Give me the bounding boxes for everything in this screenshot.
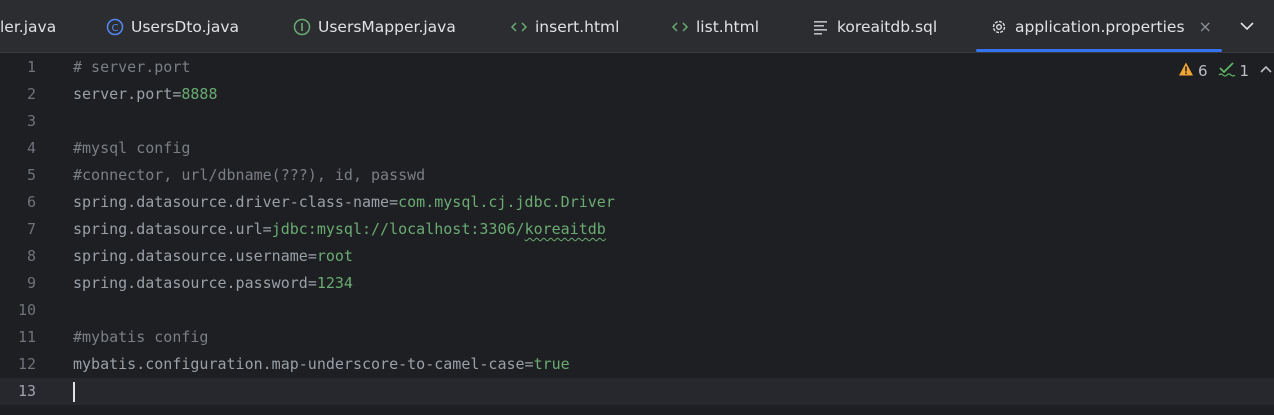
line-number: 1 <box>26 58 36 76</box>
equals-sign: = <box>262 220 272 238</box>
html-icon <box>510 18 528 36</box>
line-number: 3 <box>26 112 36 130</box>
comment: # server.port <box>73 58 191 76</box>
property-value: 1234 <box>316 274 353 292</box>
class-icon: C <box>106 18 124 36</box>
html-icon <box>671 18 689 36</box>
property-value: jdbc:mysql://localhost:3306/ <box>271 220 525 238</box>
tab-label: list.html <box>696 17 759 36</box>
tab-label: ler.java <box>0 17 57 36</box>
tab-label: koreaitdb.sql <box>837 17 938 36</box>
line-number: 11 <box>17 328 36 346</box>
line-number: 7 <box>26 220 36 238</box>
chevron-up-icon[interactable] <box>1259 62 1273 80</box>
tab-label: application.properties <box>1015 17 1185 36</box>
code-line: 3 <box>0 108 1274 135</box>
text-caret <box>73 382 75 402</box>
warning-icon <box>1178 61 1194 81</box>
equals-sign: = <box>389 193 399 211</box>
tab-usersdto-java[interactable]: C UsersDto.java <box>106 0 240 52</box>
code-line: 8 spring.datasource.username=root <box>0 243 1274 270</box>
typo-highlighted-value: koreaitdb <box>524 220 606 238</box>
code-line: 9 spring.datasource.password=1234 <box>0 270 1274 297</box>
equals-sign: = <box>524 355 534 373</box>
chevron-down-icon[interactable] <box>1238 17 1256 35</box>
tab-label: UsersMapper.java <box>318 17 456 36</box>
tab-usersmapper-java[interactable]: UsersMapper.java <box>293 0 456 52</box>
close-icon[interactable]: × <box>1199 17 1212 36</box>
editor-tab-bar: ler.java C UsersDto.java UsersMapper.jav… <box>0 0 1274 53</box>
tab-label: UsersDto.java <box>131 17 240 36</box>
sql-file-icon <box>812 18 830 36</box>
property-value: root <box>316 247 353 265</box>
line-number: 10 <box>17 301 36 319</box>
property-value: 8888 <box>181 85 218 103</box>
equals-sign: = <box>307 274 317 292</box>
code-editor[interactable]: 1 # server.port 2 server.port=8888 3 4 #… <box>0 54 1274 415</box>
line-number: 8 <box>26 247 36 265</box>
equals-sign: = <box>307 247 317 265</box>
comment: #connector, url/dbname(???), id, passwd <box>73 166 426 184</box>
property-key: mybatis.configuration.map-underscore-to-… <box>73 355 525 373</box>
code-line: 10 <box>0 297 1274 324</box>
property-value: com.mysql.cj.jdbc.Driver <box>398 193 615 211</box>
code-line: 4 #mysql config <box>0 135 1274 162</box>
inspection-widget[interactable]: 6 1 <box>1178 60 1273 82</box>
gear-icon <box>990 18 1008 36</box>
line-number: 5 <box>26 166 36 184</box>
tab-koreaitdb-sql[interactable]: koreaitdb.sql <box>812 0 938 52</box>
typo-count: 1 <box>1239 62 1250 80</box>
code-line: 2 server.port=8888 <box>0 81 1274 108</box>
tab-label: insert.html <box>535 17 620 36</box>
comment: #mybatis config <box>73 328 209 346</box>
svg-text:C: C <box>112 23 119 34</box>
property-key: spring.datasource.password <box>73 274 308 292</box>
code-line: 5 #connector, url/dbname(???), id, passw… <box>0 162 1274 189</box>
current-code-line: 13 <box>0 378 1274 405</box>
line-number: 13 <box>17 382 36 400</box>
code-line: 12 mybatis.configuration.map-underscore-… <box>0 351 1274 378</box>
code-line: 11 #mybatis config <box>0 324 1274 351</box>
code-line: 7 spring.datasource.url=jdbc:mysql://loc… <box>0 216 1274 243</box>
line-number: 12 <box>17 355 36 373</box>
property-key: spring.datasource.driver-class-name <box>73 193 390 211</box>
comment: #mysql config <box>73 139 191 157</box>
warning-count: 6 <box>1198 62 1208 80</box>
property-key: server.port <box>73 85 173 103</box>
tab-application-properties[interactable]: application.properties × <box>976 0 1222 52</box>
tab-controller-java[interactable]: ler.java <box>0 0 57 52</box>
property-key: spring.datasource.username <box>73 247 308 265</box>
line-number: 9 <box>26 274 36 292</box>
typo-check-icon <box>1218 61 1236 81</box>
tab-list-html[interactable]: list.html <box>671 0 759 52</box>
line-number: 2 <box>26 85 36 103</box>
line-number: 4 <box>26 139 36 157</box>
code-line: 1 # server.port <box>0 54 1274 81</box>
tab-insert-html[interactable]: insert.html <box>510 0 620 52</box>
code-line: 6 spring.datasource.driver-class-name=co… <box>0 189 1274 216</box>
property-value: true <box>533 355 570 373</box>
line-number: 6 <box>26 193 36 211</box>
interface-icon <box>293 18 311 36</box>
property-key: spring.datasource.url <box>73 220 263 238</box>
